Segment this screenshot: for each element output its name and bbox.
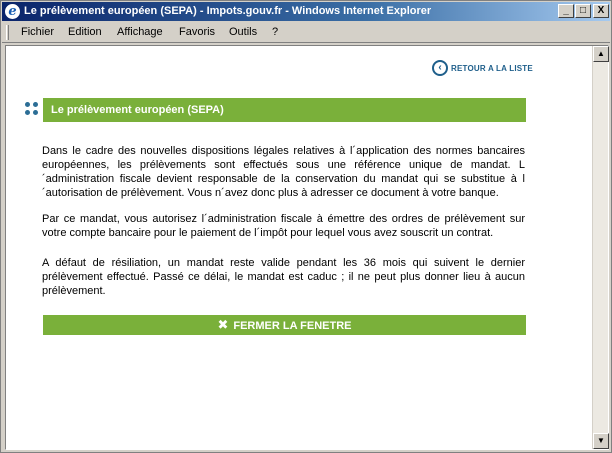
ie-icon: e	[5, 4, 20, 19]
close-window-page-button[interactable]: ✖ FERMER LA FENETRE	[43, 315, 526, 335]
paragraph-authorization: Par ce mandat, vous autorisez l´administ…	[42, 213, 525, 239]
menu-outils[interactable]: Outils	[229, 26, 257, 38]
page-content: ‹ RETOUR A LA LISTE Le prélèvement europ…	[6, 46, 592, 449]
paragraph-legal-context: Dans le cadre des nouvelles dispositions…	[42, 145, 525, 199]
menu-affichage[interactable]: Affichage	[117, 26, 163, 38]
menu-bar: Fichier Edition Affichage Favoris Outils…	[2, 22, 610, 43]
close-window-button[interactable]: X	[593, 4, 609, 18]
bullet-dots-icon	[25, 102, 39, 116]
toolbar-grip[interactable]	[6, 25, 9, 40]
menu-fichier[interactable]: Fichier	[21, 26, 54, 38]
scroll-down-button[interactable]: ▼	[593, 433, 609, 449]
paragraph-validity: A défaut de résiliation, un mandat reste…	[42, 257, 525, 297]
close-button-label: FERMER LA FENETRE	[233, 320, 352, 332]
menu-help[interactable]: ?	[272, 26, 278, 38]
title-bar[interactable]: e Le prélèvement européen (SEPA) - Impot…	[2, 2, 610, 21]
window-title: Le prélèvement européen (SEPA) - Impots.…	[24, 5, 432, 17]
minimize-button[interactable]: _	[558, 4, 574, 18]
back-to-list-link[interactable]: ‹ RETOUR A LA LISTE	[432, 60, 533, 76]
maximize-button[interactable]: □	[575, 4, 591, 18]
back-arrow-icon: ‹	[432, 60, 448, 76]
scroll-up-button[interactable]: ▲	[593, 46, 609, 62]
section-title: Le prélèvement européen (SEPA)	[43, 98, 526, 122]
back-to-list-label: RETOUR A LA LISTE	[451, 63, 533, 73]
browser-window: e Le prélèvement européen (SEPA) - Impot…	[0, 0, 612, 453]
menu-edition[interactable]: Edition	[68, 26, 102, 38]
menu-favoris[interactable]: Favoris	[179, 26, 215, 38]
page-viewport: ‹ RETOUR A LA LISTE Le prélèvement europ…	[5, 45, 609, 450]
vertical-scrollbar[interactable]: ▲ ▼	[592, 46, 609, 449]
close-x-icon: ✖	[217, 317, 229, 332]
